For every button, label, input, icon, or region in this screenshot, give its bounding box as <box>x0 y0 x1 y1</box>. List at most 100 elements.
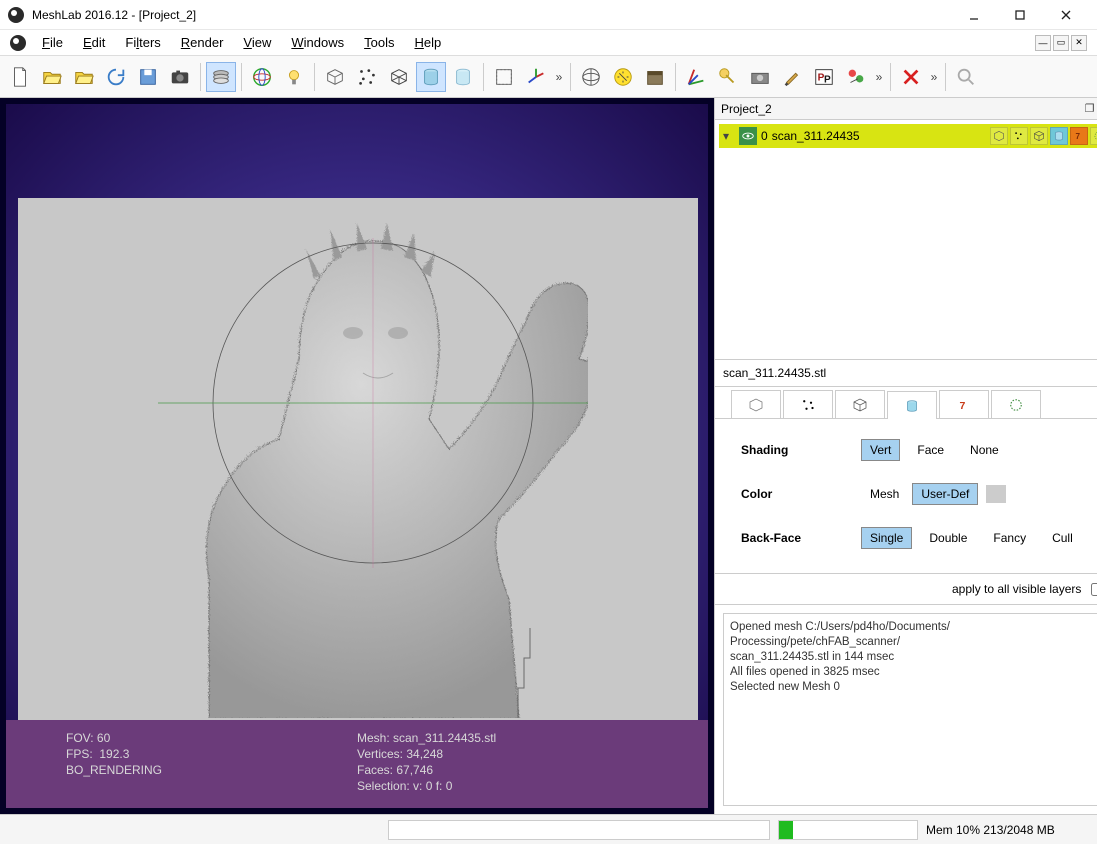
menu-render[interactable]: Render <box>171 33 234 52</box>
color-swatch[interactable] <box>986 485 1006 503</box>
bbox-button[interactable] <box>320 62 350 92</box>
layer-list: ▾ 0 scan_311.24435 7 <box>715 120 1097 360</box>
layer-fill-icon[interactable] <box>1050 127 1068 145</box>
points-button[interactable] <box>352 62 382 92</box>
backface-double[interactable]: Double <box>920 527 976 549</box>
axes-button[interactable] <box>521 62 551 92</box>
reference-button[interactable] <box>841 62 871 92</box>
close-button[interactable] <box>1043 0 1089 30</box>
open-project-button[interactable] <box>37 62 67 92</box>
color-mesh[interactable]: Mesh <box>861 483 908 505</box>
shading-vert[interactable]: Vert <box>861 439 900 461</box>
log-line: All files opened in 3825 msec <box>730 665 1097 680</box>
flat-shading-button[interactable] <box>416 62 446 92</box>
trackball-button[interactable] <box>247 62 277 92</box>
menu-view[interactable]: View <box>233 33 281 52</box>
color-userdef[interactable]: User-Def <box>912 483 978 505</box>
layer-name: scan_311.24435 <box>772 129 860 143</box>
reload-button[interactable] <box>101 62 131 92</box>
paint-button[interactable] <box>777 62 807 92</box>
toolbar-overflow-1[interactable]: » <box>552 70 566 84</box>
visibility-toggle[interactable] <box>739 127 757 145</box>
layer-points-icon[interactable] <box>1010 127 1028 145</box>
toolbar-overflow-3[interactable]: » <box>927 70 941 84</box>
snapshot-button[interactable] <box>165 62 195 92</box>
menu-help[interactable]: Help <box>404 33 451 52</box>
log-line: Selected new Mesh 0 <box>730 680 1097 695</box>
apply-all-checkbox[interactable] <box>1091 583 1097 596</box>
viewport-info-overlay: FOV: 60 FPS: 192.3 BO_RENDERING Mesh: sc… <box>6 720 708 808</box>
backface-cull[interactable]: Cull <box>1043 527 1082 549</box>
menu-windows[interactable]: Windows <box>281 33 354 52</box>
shading-none[interactable]: None <box>961 439 1008 461</box>
menu-tools[interactable]: Tools <box>354 33 404 52</box>
import-mesh-button[interactable] <box>69 62 99 92</box>
selection-faces-button[interactable] <box>489 62 519 92</box>
layer-texture-icon[interactable]: 7 <box>1070 127 1088 145</box>
property-tabs: 7 <box>715 387 1097 419</box>
maximize-button[interactable] <box>997 0 1043 30</box>
layer-row[interactable]: ▾ 0 scan_311.24435 7 <box>719 124 1097 148</box>
layer-edges-icon[interactable] <box>1090 127 1097 145</box>
mdi-minimize-button[interactable]: — <box>1035 35 1051 51</box>
tab-bbox[interactable] <box>731 390 781 418</box>
tab-edges[interactable] <box>991 390 1041 418</box>
property-panel: Shading Vert Face None Color Mesh User-D… <box>715 419 1097 574</box>
status-bar: Mem 10% 213/2048 MB <box>0 814 1097 844</box>
expand-icon[interactable]: ▾ <box>723 129 735 143</box>
new-project-button[interactable] <box>5 62 35 92</box>
menu-bar: File Edit Filters Render View Windows To… <box>0 30 1097 56</box>
smooth-shading-button[interactable] <box>448 62 478 92</box>
viewport[interactable]: FOV: 60 FPS: 192.3 BO_RENDERING Mesh: sc… <box>0 98 714 814</box>
layer-bbox-icon[interactable] <box>990 127 1008 145</box>
shading-face[interactable]: Face <box>908 439 953 461</box>
svg-text:7: 7 <box>1075 132 1080 141</box>
mdi-restore-button[interactable]: ▭ <box>1053 35 1069 51</box>
info-button[interactable] <box>640 62 670 92</box>
info-rendermode: BO_RENDERING <box>66 762 357 778</box>
apply-all-row: apply to all visible layers <box>715 574 1097 605</box>
progress-bar <box>388 820 770 840</box>
measure-button[interactable] <box>608 62 638 92</box>
log-line: Processing/pete/chFAB_scanner/ <box>730 635 1097 650</box>
tab-fill[interactable] <box>887 391 937 419</box>
mdi-close-button[interactable]: ✕ <box>1071 35 1087 51</box>
info-faces: Faces: 67,746 <box>357 762 648 778</box>
backface-single[interactable]: Single <box>861 527 912 549</box>
raster-camera-button[interactable] <box>745 62 775 92</box>
app-icon-small <box>10 35 26 51</box>
info-fov: FOV: 60 <box>66 730 357 746</box>
layer-wireframe-icon[interactable] <box>1030 127 1048 145</box>
log-box[interactable]: Opened mesh C:/Users/pd4ho/Documents/ Pr… <box>723 613 1097 806</box>
trackball-overlay <box>158 238 588 568</box>
wireframe-button[interactable] <box>384 62 414 92</box>
panel-title: Project_2 <box>721 102 772 116</box>
mesh-render-area[interactable] <box>18 198 698 728</box>
tab-texture[interactable]: 7 <box>939 390 989 418</box>
log-line: Opened mesh C:/Users/pd4ho/Documents/ <box>730 620 1097 635</box>
layer-panel-header: Project_2 ❐ ✕ <box>715 98 1097 120</box>
show-layers-button[interactable] <box>206 62 236 92</box>
backface-fancy[interactable]: Fancy <box>984 527 1035 549</box>
pp-button[interactable]: PP <box>809 62 839 92</box>
tab-wireframe[interactable] <box>835 390 885 418</box>
align-button[interactable] <box>681 62 711 92</box>
search-button[interactable] <box>951 62 981 92</box>
point-pick-button[interactable] <box>713 62 743 92</box>
delete-button[interactable] <box>896 62 926 92</box>
side-panel: Project_2 ❐ ✕ ▾ 0 scan_311.24435 7 <box>714 98 1097 814</box>
toolbar-overflow-2[interactable]: » <box>872 70 886 84</box>
menu-file[interactable]: File <box>32 33 73 52</box>
panel-float-button[interactable]: ❐ <box>1085 102 1095 115</box>
globe-button[interactable] <box>576 62 606 92</box>
export-mesh-button[interactable] <box>133 62 163 92</box>
title-bar: MeshLab 2016.12 - [Project_2] <box>0 0 1097 30</box>
info-selection: Selection: v: 0 f: 0 <box>357 778 648 794</box>
memory-bar <box>778 820 918 840</box>
menu-filters[interactable]: Filters <box>115 33 170 52</box>
toggle-light-button[interactable] <box>279 62 309 92</box>
tab-points[interactable] <box>783 390 833 418</box>
menu-edit[interactable]: Edit <box>73 33 115 52</box>
minimize-button[interactable] <box>951 0 997 30</box>
window-title: MeshLab 2016.12 - [Project_2] <box>32 8 196 22</box>
